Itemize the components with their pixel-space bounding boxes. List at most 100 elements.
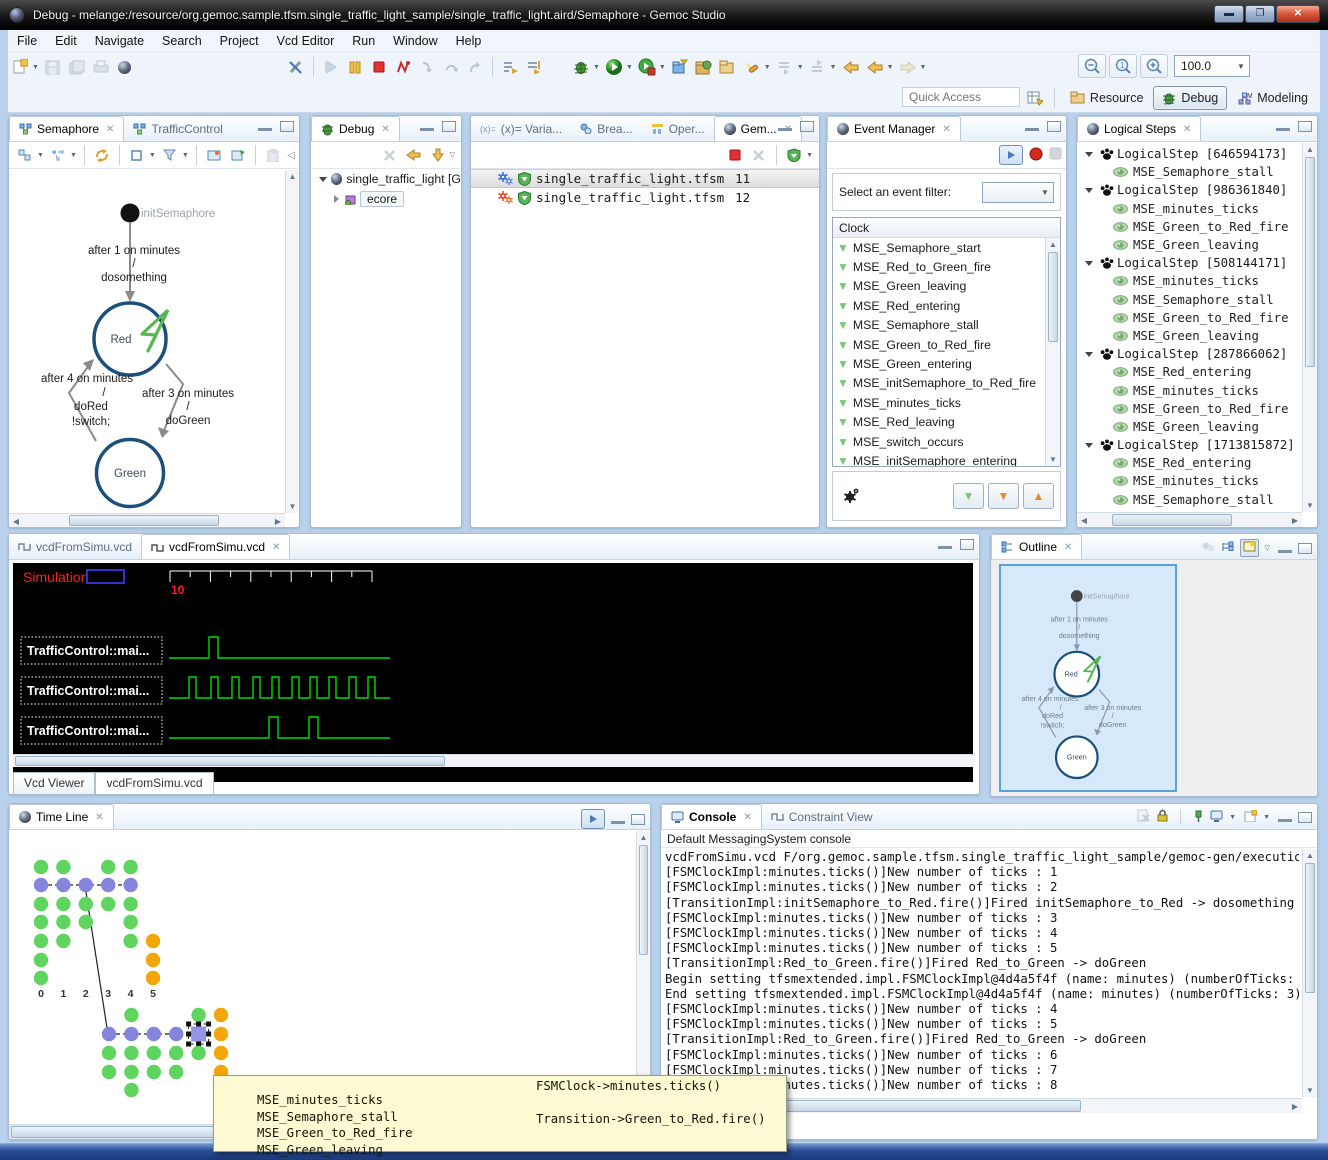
run-button[interactable] — [603, 56, 625, 78]
forbid-clock-button[interactable]: ▼ — [988, 483, 1019, 509]
minimize-view-icon[interactable] — [938, 540, 952, 549]
zoom-combo-arrow[interactable]: ▼ — [1233, 56, 1249, 76]
open-console-button[interactable] — [1244, 810, 1257, 825]
tab-semaphore[interactable]: Semaphore✕ — [9, 116, 124, 141]
clock-row[interactable]: ▼ MSE_Green_leaving — [833, 277, 1060, 296]
close-tab-icon[interactable]: ✕ — [381, 124, 389, 135]
statemachine-canvas[interactable]: initSemaphore after 1 on minutes / dosom… — [11, 171, 295, 522]
clock-row[interactable]: ▼ MSE_Green_to_Red_fire — [833, 335, 1060, 354]
tab-outline[interactable]: Outline✕ — [991, 534, 1082, 559]
close-tab-icon[interactable]: ✕ — [1183, 124, 1191, 135]
event-filter-combo[interactable]: ▼ — [982, 182, 1054, 203]
maximize-view-icon[interactable] — [1047, 121, 1061, 132]
debug-tree-root[interactable]: single_traffic_light [G — [311, 169, 461, 189]
clock-row[interactable]: ▼ MSE_switch_occurs — [833, 432, 1060, 451]
export-diagram-button[interactable] — [227, 144, 249, 166]
tab-breakpoints[interactable]: Brea... — [571, 116, 641, 141]
force-clock-green-button[interactable]: ▼ — [953, 483, 984, 509]
screenshot-button[interactable] — [203, 144, 225, 166]
clock-row[interactable]: ▼ MSE_minutes_ticks — [833, 393, 1060, 412]
stop-engine-button[interactable] — [724, 144, 746, 166]
clock-row[interactable]: ▼ MSE_Red_leaving — [833, 413, 1060, 432]
thumbnail-outline-button[interactable] — [1240, 539, 1259, 557]
gemoc-tool-button[interactable] — [114, 56, 136, 78]
timeline-step-dot[interactable] — [123, 915, 137, 929]
timeline-step-dot[interactable] — [214, 1046, 228, 1060]
layers-button[interactable] — [14, 144, 36, 166]
new-wizard-dropdown[interactable]: ▼ — [32, 64, 39, 71]
timeline-step-dot[interactable] — [191, 1046, 205, 1060]
expanded-caret-icon[interactable] — [1085, 352, 1093, 357]
timeline-step-dot[interactable] — [56, 934, 70, 948]
close-tab-icon[interactable]: ✕ — [106, 124, 114, 135]
timeline-step-dot[interactable] — [102, 1046, 116, 1060]
initial-state-dot[interactable] — [1071, 590, 1083, 602]
menu-window[interactable]: Window — [384, 32, 446, 50]
last-edit-location-button[interactable] — [840, 56, 862, 78]
logicalstep-row[interactable]: LogicalStep [646594173] — [1077, 145, 1317, 163]
timeline-step-dot[interactable] — [34, 953, 48, 967]
outline-thumbnail[interactable]: initSemaphore after 1 on minutes / dosom… — [999, 564, 1177, 792]
copy-appearance-button[interactable] — [126, 144, 148, 166]
filter-button[interactable] — [159, 144, 181, 166]
timeline-step-dot[interactable] — [102, 1065, 116, 1079]
engine-row[interactable]: single_traffic_light.tfsm 11 — [471, 169, 819, 188]
timeline-step-dot[interactable] — [147, 1065, 161, 1079]
close-tab-icon[interactable]: ✕ — [1064, 542, 1072, 553]
steps-vscrollbar[interactable]: ▲ ▼ — [1302, 143, 1317, 512]
logicalstep-event-row[interactable]: MSE_Green_leaving — [1077, 236, 1317, 254]
collapsed-caret-icon[interactable] — [334, 195, 339, 203]
step-backward-button[interactable] — [403, 144, 425, 166]
maximize-window-button[interactable]: ❐ — [1245, 5, 1275, 23]
tab-operations[interactable]: Oper... — [642, 116, 714, 141]
timeline-step-dot[interactable] — [79, 915, 93, 929]
logicalstep-event-row[interactable]: MSE_Semaphore_stall — [1077, 491, 1317, 509]
stop-events-button[interactable] — [1049, 147, 1062, 163]
pin-console-button[interactable] — [1192, 810, 1204, 825]
logicalstep-event-row[interactable]: MSE_Red_entering — [1077, 363, 1317, 381]
logicalstep-event-row[interactable]: MSE_Green_leaving — [1077, 418, 1317, 436]
forward-button[interactable] — [897, 56, 919, 78]
view-menu-icon[interactable]: ▽ — [1265, 544, 1270, 552]
clear-console-button[interactable] — [1137, 809, 1150, 825]
timeline-step-dot[interactable] — [56, 860, 70, 874]
timeline-step-dot[interactable] — [146, 971, 160, 985]
timeline-step-dot[interactable] — [124, 1046, 138, 1060]
tab-vcd-inactive[interactable]: vcdFromSimu.vcd — [9, 534, 141, 559]
console-output[interactable]: vcdFromSimu.vcd F/org.gemoc.sample.tfsm.… — [665, 850, 1299, 1097]
next-annotation-button[interactable] — [774, 56, 796, 78]
record-events-button[interactable] — [1029, 147, 1043, 164]
timeline-step-dot[interactable] — [214, 1008, 228, 1022]
timeline-step-dot[interactable] — [147, 1027, 161, 1041]
timeline-step-dot[interactable] — [34, 915, 48, 929]
menu-vcd-editor[interactable]: Vcd Editor — [268, 32, 344, 50]
display-console-button[interactable] — [1210, 810, 1223, 825]
logicalstep-event-row[interactable]: MSE_Green_to_Red_fire — [1077, 400, 1317, 418]
timeline-step-dot[interactable] — [56, 897, 70, 911]
timeline-step-dot[interactable] — [124, 1065, 138, 1079]
timeline-play-button[interactable] — [581, 809, 605, 829]
resume-button[interactable] — [320, 56, 342, 78]
shield-dropdown[interactable]: ▼ — [806, 152, 813, 159]
steps-hscrollbar[interactable]: ◀ ▶ — [1077, 512, 1302, 527]
minimize-view-icon[interactable] — [1278, 544, 1292, 553]
tab-variables[interactable]: (x)=(x)= Varia... — [471, 116, 571, 141]
save-all-button[interactable] — [66, 56, 88, 78]
menu-edit[interactable]: Edit — [46, 32, 86, 50]
clock-row[interactable]: ▼ MSE_initSemaphore_to_Red_fire — [833, 374, 1060, 393]
step-return-button[interactable] — [464, 56, 486, 78]
maximize-view-icon[interactable] — [960, 539, 974, 550]
maximize-view-icon[interactable] — [631, 814, 645, 825]
timeline-step-dot[interactable] — [123, 860, 137, 874]
debug-tree-child[interactable]: ecore — [311, 189, 461, 209]
tree-outline-button[interactable] — [1221, 541, 1234, 556]
timeline-step-dot[interactable] — [123, 878, 137, 892]
clock-column-header[interactable]: Clock — [833, 218, 1060, 238]
vcd-waveform-canvas[interactable]: Simulation10TrafficControl::mai...Traffi… — [13, 563, 973, 782]
clock-row[interactable]: ▼ MSE_Green_entering — [833, 354, 1060, 373]
clock-row[interactable]: ▼ MSE_Red_entering — [833, 296, 1060, 315]
tab-console[interactable]: Console✕ — [661, 804, 762, 829]
outline-mode-icons[interactable] — [1201, 541, 1215, 555]
remove-terminated-button[interactable] — [379, 144, 401, 166]
clock-row[interactable]: ▼ MSE_Red_to_Green_fire — [833, 257, 1060, 276]
